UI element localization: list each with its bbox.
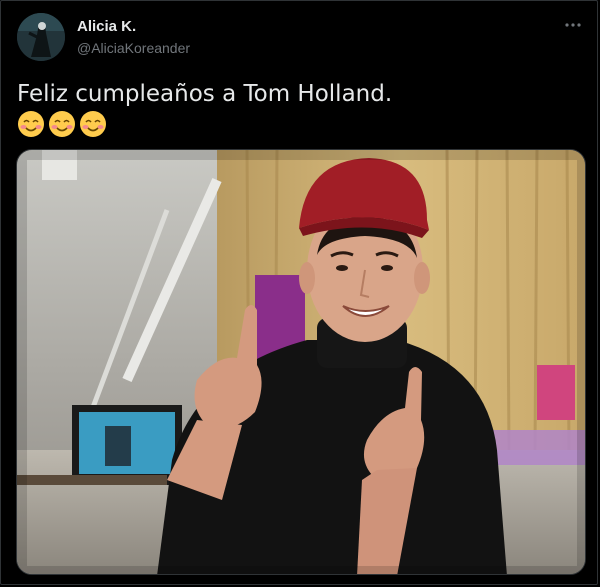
tweet-text: Feliz cumpleaños a Tom Holland. — [17, 81, 393, 107]
smiling-face-emoji-icon — [18, 111, 44, 137]
avatar[interactable] — [17, 13, 65, 61]
avatar-image — [17, 13, 65, 61]
author-name[interactable]: Alicia K. — [77, 18, 136, 35]
more-horizontal-icon — [565, 23, 581, 27]
more-options-button[interactable] — [563, 15, 583, 35]
smiling-face-emoji-icon — [49, 111, 75, 137]
tweet-media-photo[interactable] — [16, 149, 586, 575]
author-handle[interactable]: @AliciaKoreander — [77, 40, 190, 56]
tweet-emojis — [17, 110, 107, 138]
smiling-face-emoji-icon — [80, 111, 106, 137]
tweet-card: Alicia K. @AliciaKoreander Feliz cumplea… — [0, 0, 598, 585]
photo-image — [17, 150, 585, 574]
